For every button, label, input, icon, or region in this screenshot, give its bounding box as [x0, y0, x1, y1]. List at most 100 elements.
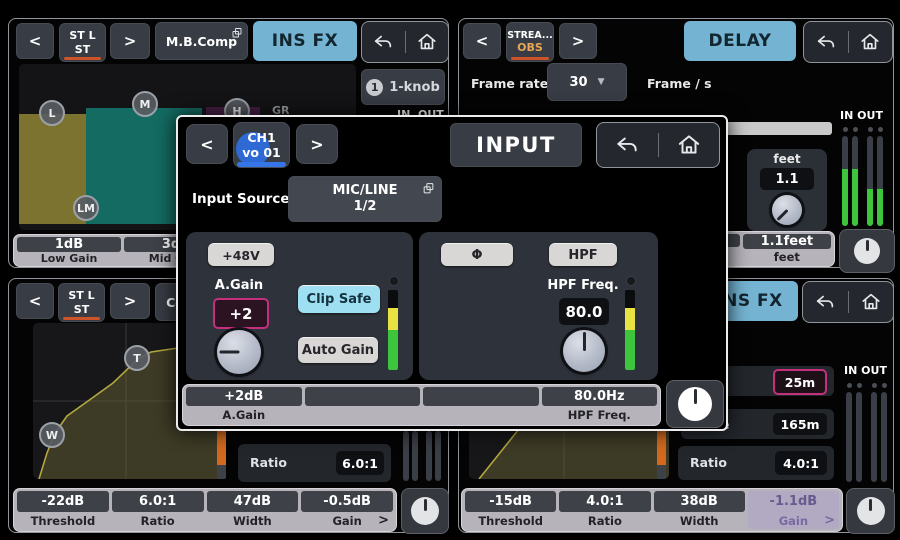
ratio-label: Ratio — [690, 455, 727, 470]
divider — [405, 31, 406, 53]
clip-safe-button[interactable]: Clip Safe — [298, 285, 380, 313]
back-icon[interactable] — [372, 31, 394, 53]
strip-col-threshold[interactable]: -15dBThreshold — [465, 491, 556, 529]
strip-col-delay-feet[interactable]: 1.1feet feet — [743, 234, 831, 264]
copy-icon — [422, 182, 435, 195]
strip-col-again[interactable]: +2dBA.Gain — [186, 387, 302, 423]
prev-channel-button[interactable]: < — [463, 23, 501, 59]
clip-dot — [626, 276, 636, 286]
delay-value-box: feet 1.1 — [747, 149, 827, 231]
param-strip: +2dBA.Gain 80.0HzHPF Freq. — [182, 384, 661, 426]
input-source-button[interactable]: MIC/LINE 1/2 — [288, 176, 442, 222]
phantom-48v-button[interactable]: +48V — [208, 243, 274, 266]
next-channel-button[interactable]: > — [559, 23, 597, 59]
delay-knob[interactable] — [772, 195, 802, 225]
strip-col-hpf-freq[interactable]: 80.0HzHPF Freq. — [542, 387, 658, 423]
strip-col-low-gain[interactable]: 1dB Low Gain — [17, 237, 121, 264]
nav-group — [596, 122, 720, 168]
home-icon[interactable] — [859, 31, 881, 53]
input-source-line1: MIC/LINE — [333, 183, 398, 199]
hpf-freq-knob[interactable] — [563, 330, 605, 372]
clip-dot — [878, 127, 883, 132]
channel-select-button[interactable]: STREA... OBS — [506, 22, 554, 62]
prev-channel-button[interactable]: < — [16, 283, 54, 319]
strip-col-threshold[interactable]: -22dBThreshold — [17, 491, 109, 529]
band-handle-lowmid[interactable]: LM — [73, 195, 99, 221]
plugin-name-button[interactable]: M.B.Comp — [155, 22, 248, 60]
back-icon[interactable] — [814, 291, 836, 313]
strip-more-chevron[interactable]: > — [378, 513, 389, 528]
band-handle-low[interactable]: L — [39, 100, 65, 126]
analog-gain-label: A.Gain — [200, 278, 278, 293]
strip-col-empty-2[interactable] — [423, 387, 539, 423]
analog-gain-value[interactable]: +2 — [213, 298, 269, 329]
touch-knob-button[interactable] — [401, 488, 449, 534]
strip-col-ratio[interactable]: 6.0:1Ratio — [112, 491, 204, 529]
channel-color-bar — [64, 57, 101, 60]
param-strip: -22dBThreshold 6.0:1Ratio 47dBWidth -0.5… — [13, 488, 397, 532]
back-icon[interactable] — [815, 31, 837, 53]
input-dialog: < CH1 vo 01 > INPUT Input Source MIC/LIN… — [176, 115, 728, 431]
strip-more-chevron[interactable]: > — [824, 513, 835, 528]
channel-name: ST — [74, 303, 89, 316]
channel-color-bar — [511, 57, 549, 60]
delay-value[interactable]: 1.1 — [760, 168, 814, 190]
next-channel-button[interactable]: > — [296, 124, 338, 164]
plugin-name-label: M.B.Comp — [166, 34, 237, 49]
in-meter — [403, 431, 409, 481]
clip-dot — [843, 127, 848, 132]
ratio-row[interactable]: Ratio 6.0:1 — [238, 444, 391, 482]
prev-channel-button[interactable]: < — [16, 23, 54, 59]
channel-name: vo 01 — [242, 145, 280, 160]
delay-unit-label: feet — [747, 152, 827, 166]
clip-dot — [882, 383, 887, 388]
clip-dot — [857, 383, 862, 388]
threshold-handle[interactable]: T — [124, 345, 150, 371]
next-channel-button[interactable]: > — [110, 23, 150, 59]
mixer-screen: < ST L ST > M.B.Comp INS FX L M H LM 1 — [0, 0, 900, 540]
strip-col-ratio[interactable]: 4.0:1Ratio — [559, 491, 650, 529]
touch-knob-button[interactable] — [839, 229, 895, 273]
tab-delay[interactable]: DELAY — [684, 21, 796, 61]
phase-button[interactable]: Φ — [441, 243, 513, 266]
hpf-button[interactable]: HPF — [549, 243, 617, 266]
back-icon[interactable] — [614, 132, 640, 158]
divider — [658, 133, 659, 157]
in-meter — [852, 136, 858, 226]
nav-group — [803, 21, 893, 63]
tab-ins-fx[interactable]: INS FX — [253, 21, 357, 61]
next-channel-button[interactable]: > — [110, 283, 150, 319]
out-meter — [435, 431, 441, 481]
home-icon[interactable] — [860, 291, 882, 313]
auto-gain-button[interactable]: Auto Gain — [298, 337, 378, 363]
channel-select-button[interactable]: CH1 vo 01 — [233, 122, 290, 168]
in-meter — [856, 392, 862, 482]
frame-rate-dropdown[interactable]: 30 ▼ — [547, 63, 627, 101]
strip-col-width[interactable]: 47dBWidth — [207, 491, 299, 529]
channel-select-button[interactable]: ST L ST — [59, 23, 106, 62]
channel-select-bar — [237, 162, 286, 167]
prev-channel-button[interactable]: < — [186, 124, 228, 164]
one-knob-button[interactable]: 1 1-knob — [361, 69, 445, 105]
strip-col-width[interactable]: 38dBWidth — [654, 491, 745, 529]
touch-knob-button[interactable] — [846, 488, 895, 534]
home-icon[interactable] — [676, 132, 702, 158]
touch-knob-button[interactable] — [666, 380, 724, 428]
attack-value: 25m — [773, 369, 827, 395]
band-handle-mid[interactable]: M — [132, 91, 158, 117]
clip-dot — [868, 127, 873, 132]
channel-name: OBS — [517, 41, 543, 54]
channel-select-button[interactable]: ST L ST — [58, 283, 105, 322]
channel-id: ST L — [68, 289, 94, 302]
ratio-row[interactable]: Ratio 4.0:1 — [678, 446, 834, 480]
strip-col-empty-1[interactable] — [305, 387, 421, 423]
dialog-title: INPUT — [450, 123, 582, 167]
divider — [848, 31, 849, 53]
analog-gain-knob[interactable] — [217, 330, 261, 374]
one-knob-label: 1-knob — [389, 80, 440, 95]
in-out-meter-labels: IN OUT — [840, 109, 883, 122]
home-icon[interactable] — [416, 31, 438, 53]
width-handle[interactable]: W — [39, 422, 65, 448]
release-value: 165m — [773, 413, 827, 435]
hpf-freq-value[interactable]: 80.0 — [559, 298, 609, 325]
